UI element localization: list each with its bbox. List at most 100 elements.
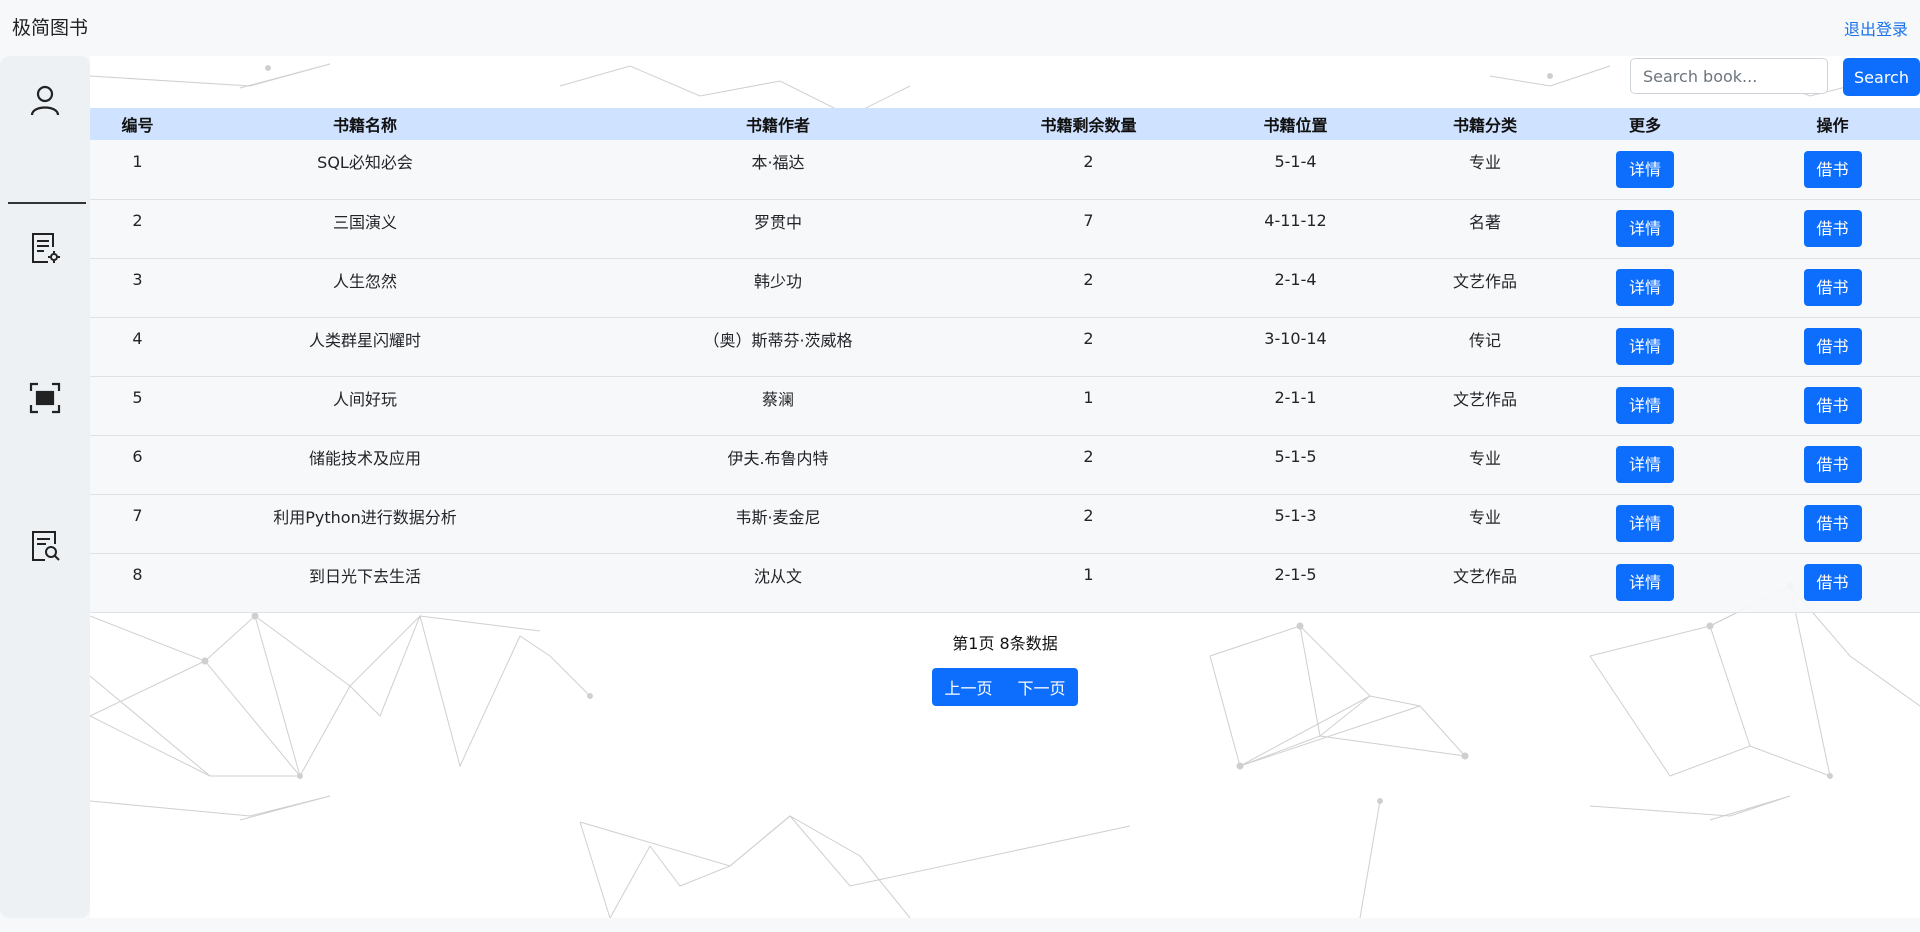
cell-category-text: 专业 [1468,448,1501,468]
cell-location-text: 5-1-3 [1274,506,1317,525]
cell-author-text: 韦斯·麦金尼 [735,507,821,527]
cell-remaining-text: 7 [1083,211,1094,230]
cell-category-text: 文艺作品 [1452,271,1517,291]
borrow-button[interactable]: 借书 [1803,328,1862,365]
cell-location: 2-1-5 [1166,553,1425,612]
main-content: Search 编号 书籍名称 书籍作者 书籍剩余数量 书籍位置 书籍分类 更多 … [90,56,1920,918]
detail-button[interactable]: 详情 [1616,328,1674,365]
cell-id: 6 [90,435,185,494]
table-row: 3 人生忽然 韩少功 2 2-1-4 文艺作品 详情 借书 [90,258,1920,317]
cell-location-text: 2-1-1 [1274,388,1317,407]
logout-link[interactable]: 退出登录 [1844,16,1908,40]
cell-category: 专业 [1425,494,1545,553]
cell-more: 详情 [1545,258,1745,317]
borrow-button[interactable]: 借书 [1803,564,1862,601]
table-row: 6 储能技术及应用 伊夫.布鲁内特 2 5-1-5 专业 详情 借书 [90,435,1920,494]
detail-button[interactable]: 详情 [1616,446,1674,483]
cell-location: 5-1-3 [1166,494,1425,553]
cell-remaining-text: 2 [1083,506,1094,525]
cell-location: 5-1-5 [1166,435,1425,494]
cell-action: 借书 [1745,376,1920,435]
cell-title: 人生忽然 [185,258,545,317]
col-header-id: 编号 [90,108,185,140]
cell-id: 8 [90,553,185,612]
cell-author-text: 本·福达 [751,153,805,173]
borrow-button[interactable]: 借书 [1803,150,1862,188]
cell-id-text: 2 [132,211,143,230]
cell-author: 本·福达 [545,140,1011,199]
table-row: 7 利用Python进行数据分析 韦斯·麦金尼 2 5-1-3 专业 详情 借书 [90,494,1920,553]
col-header-title: 书籍名称 [185,108,545,140]
cell-author: 伊夫.布鲁内特 [545,435,1011,494]
cell-remaining-text: 1 [1083,388,1094,407]
table-row: 2 三国演义 罗贯中 7 4-11-12 名著 详情 借书 [90,199,1920,258]
cell-category: 文艺作品 [1425,376,1545,435]
cell-category-text: 专业 [1468,153,1501,173]
cell-action: 借书 [1745,553,1920,612]
detail-button[interactable]: 详情 [1616,387,1674,424]
cell-title-text: 三国演义 [332,212,397,232]
search-button[interactable]: Search [1843,58,1920,96]
detail-button[interactable]: 详情 [1616,505,1674,542]
cell-title: 储能技术及应用 [185,435,545,494]
book-search-icon [32,531,60,561]
cell-category: 专业 [1425,140,1545,199]
app-brand: 极简图书 [12,17,89,39]
cell-category-text: 文艺作品 [1452,389,1517,409]
borrow-button[interactable]: 借书 [1803,269,1862,306]
cell-author-text: 伊夫.布鲁内特 [727,448,829,468]
cell-author: 蔡澜 [545,376,1011,435]
cell-remaining: 2 [1011,258,1166,317]
cell-more: 详情 [1545,199,1745,258]
detail-button[interactable]: 详情 [1616,269,1674,306]
cell-more: 详情 [1545,317,1745,376]
cell-action: 借书 [1745,494,1920,553]
sidebar-item-book-manage[interactable] [0,218,90,278]
detail-button[interactable]: 详情 [1616,564,1674,601]
cell-title-text: 人间好玩 [332,389,397,409]
user-icon [30,85,60,116]
table-header-row: 编号 书籍名称 书籍作者 书籍剩余数量 书籍位置 书籍分类 更多 操作 [90,108,1920,140]
cell-remaining: 1 [1011,553,1166,612]
borrow-button[interactable]: 借书 [1803,210,1862,247]
top-bar: 极简图书 退出登录 [0,0,1920,56]
scan-icon [29,382,61,414]
borrow-button[interactable]: 借书 [1803,387,1862,424]
cell-title: 三国演义 [185,199,545,258]
search-input[interactable] [1630,58,1828,94]
cell-title-text: 人生忽然 [332,271,397,291]
cell-author-text: 蔡澜 [761,389,794,409]
detail-button[interactable]: 详情 [1616,210,1674,247]
sidebar [0,56,90,918]
sidebar-item-user[interactable] [0,70,90,130]
sidebar-item-scan[interactable] [0,368,90,428]
next-page-button[interactable]: 下一页 [1005,668,1078,706]
cell-location: 2-1-1 [1166,376,1425,435]
cell-title-text: 储能技术及应用 [308,448,421,468]
cell-category-text: 传记 [1468,330,1501,350]
cell-id: 3 [90,258,185,317]
cell-title: 利用Python进行数据分析 [185,494,545,553]
table-row: 4 人类群星闪耀时 （奥）斯蒂芬·茨威格 2 3-10-14 传记 详情 借书 [90,317,1920,376]
cell-author: 罗贯中 [545,199,1011,258]
detail-button[interactable]: 详情 [1616,150,1674,188]
cell-author: （奥）斯蒂芬·茨威格 [545,317,1011,376]
cell-id-text: 1 [132,151,143,171]
cell-category-text: 文艺作品 [1452,566,1517,586]
prev-page-button[interactable]: 上一页 [932,668,1005,706]
pagination-info: 第1页 8条数据 [952,634,1058,653]
cell-id-text: 5 [132,388,143,407]
cell-id: 5 [90,376,185,435]
cell-action: 借书 [1745,140,1920,199]
table-row: 5 人间好玩 蔡澜 1 2-1-1 文艺作品 详情 借书 [90,376,1920,435]
borrow-button[interactable]: 借书 [1803,446,1862,483]
cell-remaining-text: 1 [1083,565,1094,584]
cell-more: 详情 [1545,376,1745,435]
cell-title: 人类群星闪耀时 [185,317,545,376]
cell-id-text: 7 [132,506,143,525]
sidebar-item-book-search[interactable] [0,516,90,576]
cell-remaining-text: 2 [1083,329,1094,348]
borrow-button[interactable]: 借书 [1803,505,1862,542]
cell-title: 人间好玩 [185,376,545,435]
cell-more: 详情 [1545,140,1745,199]
